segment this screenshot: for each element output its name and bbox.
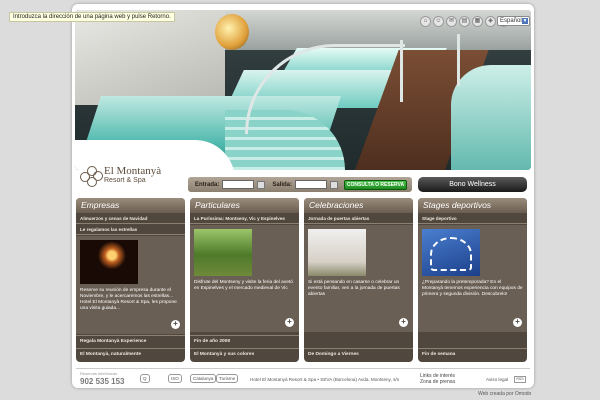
language-value: Español: [500, 18, 522, 24]
column-title[interactable]: Empresas: [76, 198, 185, 213]
calendar-icon[interactable]: [330, 180, 339, 189]
logo[interactable]: El Montanyà Resort & Spa: [80, 162, 190, 192]
home-icon[interactable]: ⌂: [420, 16, 431, 27]
bono-wellness-button[interactable]: Bono Wellness: [418, 177, 527, 192]
column-link[interactable]: Fin de año 2008: [190, 335, 299, 347]
url-tooltip: Introduzca la dirección de una página we…: [9, 12, 175, 22]
column-body: ¿Preparando la pretemporada? En el Monta…: [418, 225, 527, 332]
plus-icon[interactable]: +: [285, 318, 294, 327]
calendar-icon[interactable]: ▦: [472, 16, 483, 27]
promo-image[interactable]: [422, 229, 480, 276]
column-link[interactable]: Le regalamos las estrellas: [76, 224, 185, 235]
salida-label: Salida:: [272, 181, 293, 188]
column-text: Si está pensando en casarse o celebrar u…: [308, 280, 400, 297]
phone-number: 902 535 153: [80, 377, 125, 386]
logo-circles-icon: [80, 164, 104, 188]
entrada-input[interactable]: [222, 180, 255, 189]
hero-lamp: [215, 14, 249, 50]
column-title[interactable]: Celebraciones: [304, 198, 413, 213]
reserve-button[interactable]: CONSULTA O RESERVA: [344, 179, 408, 190]
hero-wall: [75, 10, 225, 105]
footer-links: Links de interés Zona de prensa: [420, 373, 455, 385]
credit-link[interactable]: Web creada por Omodo: [478, 391, 531, 397]
logo-subtitle: Resort & Spa: [104, 177, 146, 184]
footer-address: Hotel El Montanyà Resort & Spa • SEVA (B…: [250, 377, 400, 382]
salida-input[interactable]: [295, 180, 328, 189]
promo-image[interactable]: [80, 240, 138, 284]
hero-pool-right: [451, 65, 531, 170]
phone-label: Reservas telefónicas: [80, 371, 118, 376]
hero-post: [457, 34, 460, 86]
column-link[interactable]: Jornada de puertas abiertas: [304, 213, 413, 224]
iso-badge-icon: ISO: [168, 374, 182, 383]
column-title[interactable]: Stages deportivos: [418, 198, 527, 213]
language-select[interactable]: Español ▼: [497, 16, 530, 26]
site-frame: ⌂ ☺ ✉ ▤ ▦ ◈ i Español ▼ El Montanyà Reso…: [72, 4, 534, 388]
promo-image[interactable]: [308, 229, 366, 276]
column-body: Si está pensando en casarse o celebrar u…: [304, 225, 413, 332]
turisme-badge-icon: Turisme: [216, 374, 239, 383]
column-link[interactable]: La Puríssima: Montseny, Vic y Espinelves: [190, 213, 299, 224]
plus-icon[interactable]: +: [399, 318, 408, 327]
calendar-icon[interactable]: [257, 180, 266, 189]
map-icon[interactable]: ◈: [485, 16, 496, 27]
user-icon[interactable]: ☺: [433, 16, 444, 27]
column-particulares: Particulares La Puríssima: Montseny, Vic…: [190, 198, 299, 362]
plus-icon[interactable]: +: [513, 318, 522, 327]
column-link[interactable]: Almuerzos y cenas de Navidad: [76, 213, 185, 224]
column-body: Reserve su reunión de empresa durante el…: [76, 236, 185, 334]
promo-image[interactable]: [194, 229, 252, 276]
press-link[interactable]: Zona de prensa: [420, 379, 455, 385]
logo-name: El Montanyà: [104, 165, 162, 177]
rss-icon[interactable]: RSS: [514, 376, 526, 383]
column-link[interactable]: Stage deportivo: [418, 213, 527, 224]
booking-bar: Entrada: Salida: CONSULTA O RESERVA: [188, 177, 412, 192]
mail-icon[interactable]: ✉: [446, 16, 457, 27]
footer: Reservas telefónicas 902 535 153 Q ISO C…: [76, 368, 530, 386]
quality-badge-icon: Q: [140, 374, 150, 383]
column-link[interactable]: El Montanyà, naturalmente: [76, 348, 185, 360]
chevron-down-icon: ▼: [522, 18, 528, 24]
column-celebraciones: Celebraciones Jornada de puertas abierta…: [304, 198, 413, 362]
print-icon[interactable]: ▤: [459, 16, 470, 27]
column-link[interactable]: Regala Montanyà Experience: [76, 335, 185, 347]
catalunya-badge-icon: Catalunya: [190, 374, 217, 383]
hero-image: ⌂ ☺ ✉ ▤ ▦ ◈ i Español ▼: [75, 10, 531, 170]
column-title[interactable]: Particulares: [190, 198, 299, 213]
column-text: Reserve su reunión de empresa durante el…: [80, 288, 177, 311]
hero-post: [400, 40, 403, 102]
column-text: ¿Preparando la pretemporada? En el Monta…: [422, 280, 523, 297]
column-link[interactable]: El Montanyà y sus colores: [190, 348, 299, 360]
column-body: Disfrute del Montseny y visite la feria …: [190, 225, 299, 332]
column-text: Disfrute del Montseny y visite la feria …: [194, 280, 293, 291]
column-link[interactable]: De Domingo a Viernes: [304, 348, 413, 360]
column-link[interactable]: Fin de semana: [418, 348, 527, 360]
column-stages: Stages deportivos Stage deportivo ¿Prepa…: [418, 198, 527, 362]
column-empresas: Empresas Almuerzos y cenas de Navidad Re…: [76, 198, 185, 362]
hero-handrail: [245, 44, 405, 134]
top-icon-bar: ⌂ ☺ ✉ ▤ ▦ ◈ i: [420, 16, 509, 27]
entrada-label: Entrada:: [195, 181, 220, 188]
legal-link[interactable]: Aviso legal: [486, 377, 508, 382]
plus-icon[interactable]: +: [171, 320, 180, 329]
